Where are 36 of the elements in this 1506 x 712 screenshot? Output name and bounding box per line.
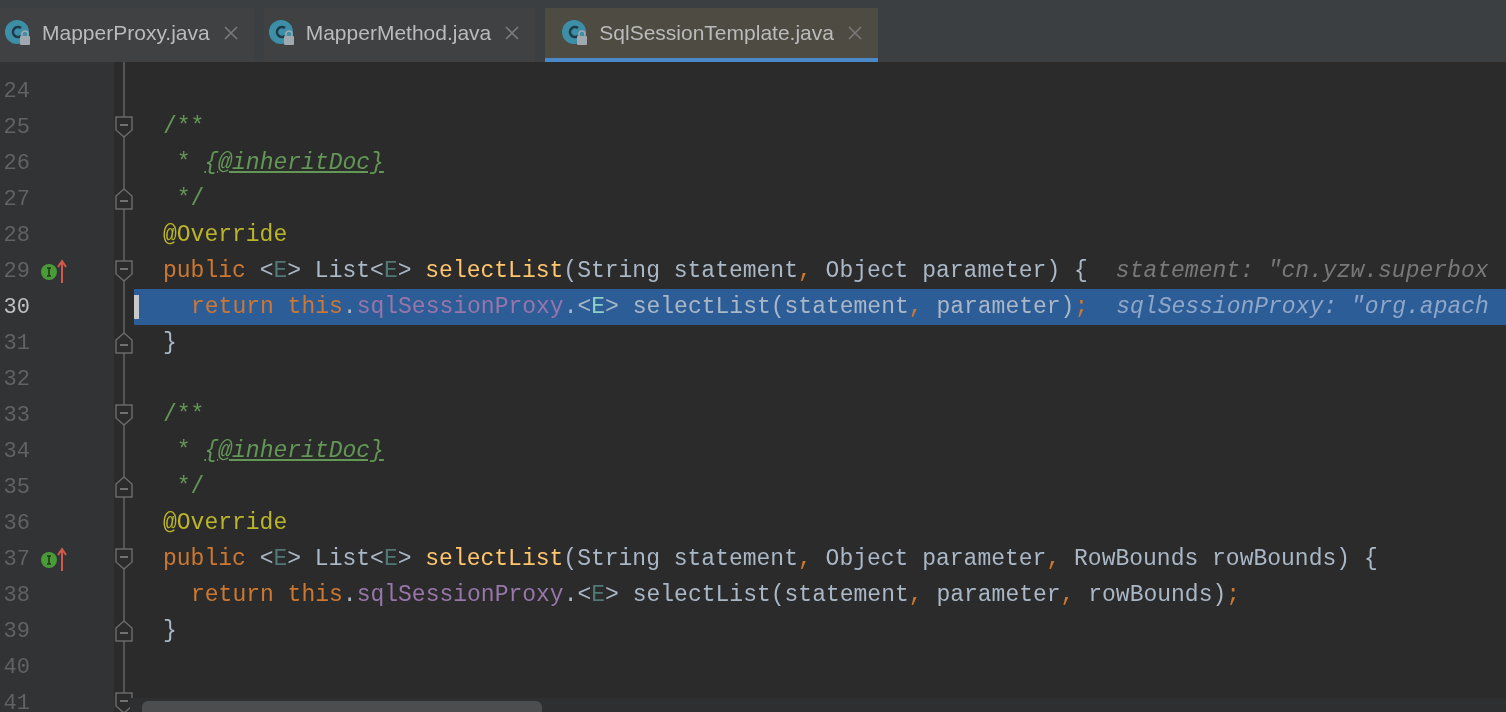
fold-icon[interactable]	[115, 332, 133, 354]
fold-icon[interactable]	[115, 692, 133, 712]
fold-icon[interactable]	[115, 620, 133, 642]
scrollbar-thumb[interactable]	[142, 701, 542, 712]
code-line: public <E> List<E> selectList(String statement, Object parameter, RowBounds rowBounds) {	[163, 544, 1378, 574]
code-line: */	[175, 472, 205, 502]
code-line: @Override	[163, 508, 288, 538]
close-icon[interactable]	[223, 26, 238, 40]
fold-icon[interactable]	[115, 260, 133, 282]
inline-value-hint: sqlSessionProxy: "org.apach	[1116, 292, 1489, 322]
fold-icon[interactable]	[115, 116, 133, 138]
editor-tab[interactable]: SqlSessionTemplate.java	[545, 8, 878, 62]
code-line: }	[163, 328, 177, 358]
code-line: return this.sqlSessionProxy.<E> selectList(statement, parameter);	[191, 292, 1089, 322]
implements-arrow-icon[interactable]	[40, 258, 68, 284]
code-line: /**	[163, 400, 205, 430]
code-line: }	[163, 616, 177, 646]
implements-arrow-icon[interactable]	[40, 546, 68, 572]
class-file-icon	[4, 19, 32, 47]
code-line: */	[175, 184, 205, 214]
fold-icon[interactable]	[115, 476, 133, 498]
code-line: * {@inheritDoc}	[175, 436, 384, 466]
class-file-icon	[267, 19, 296, 47]
code-line: * {@inheritDoc}	[175, 148, 384, 178]
code-line: /**	[163, 112, 205, 142]
class-file-icon	[561, 19, 590, 47]
line-number: 30	[2, 293, 30, 322]
fold-icon[interactable]	[115, 404, 133, 426]
code-line: @Override	[163, 220, 288, 250]
code-line: return this.sqlSessionProxy.<E> selectList(statement, parameter, rowBounds);	[191, 580, 1241, 610]
code-line: public <E> List<E> selectList(String statement, Object parameter) {	[163, 256, 1088, 286]
fold-icon[interactable]	[115, 188, 133, 210]
inline-value-hint: statement: "cn.yzw.superbox	[1115, 256, 1489, 286]
fold-icon[interactable]	[115, 548, 133, 570]
close-icon[interactable]	[505, 26, 520, 40]
close-icon[interactable]	[847, 26, 862, 40]
